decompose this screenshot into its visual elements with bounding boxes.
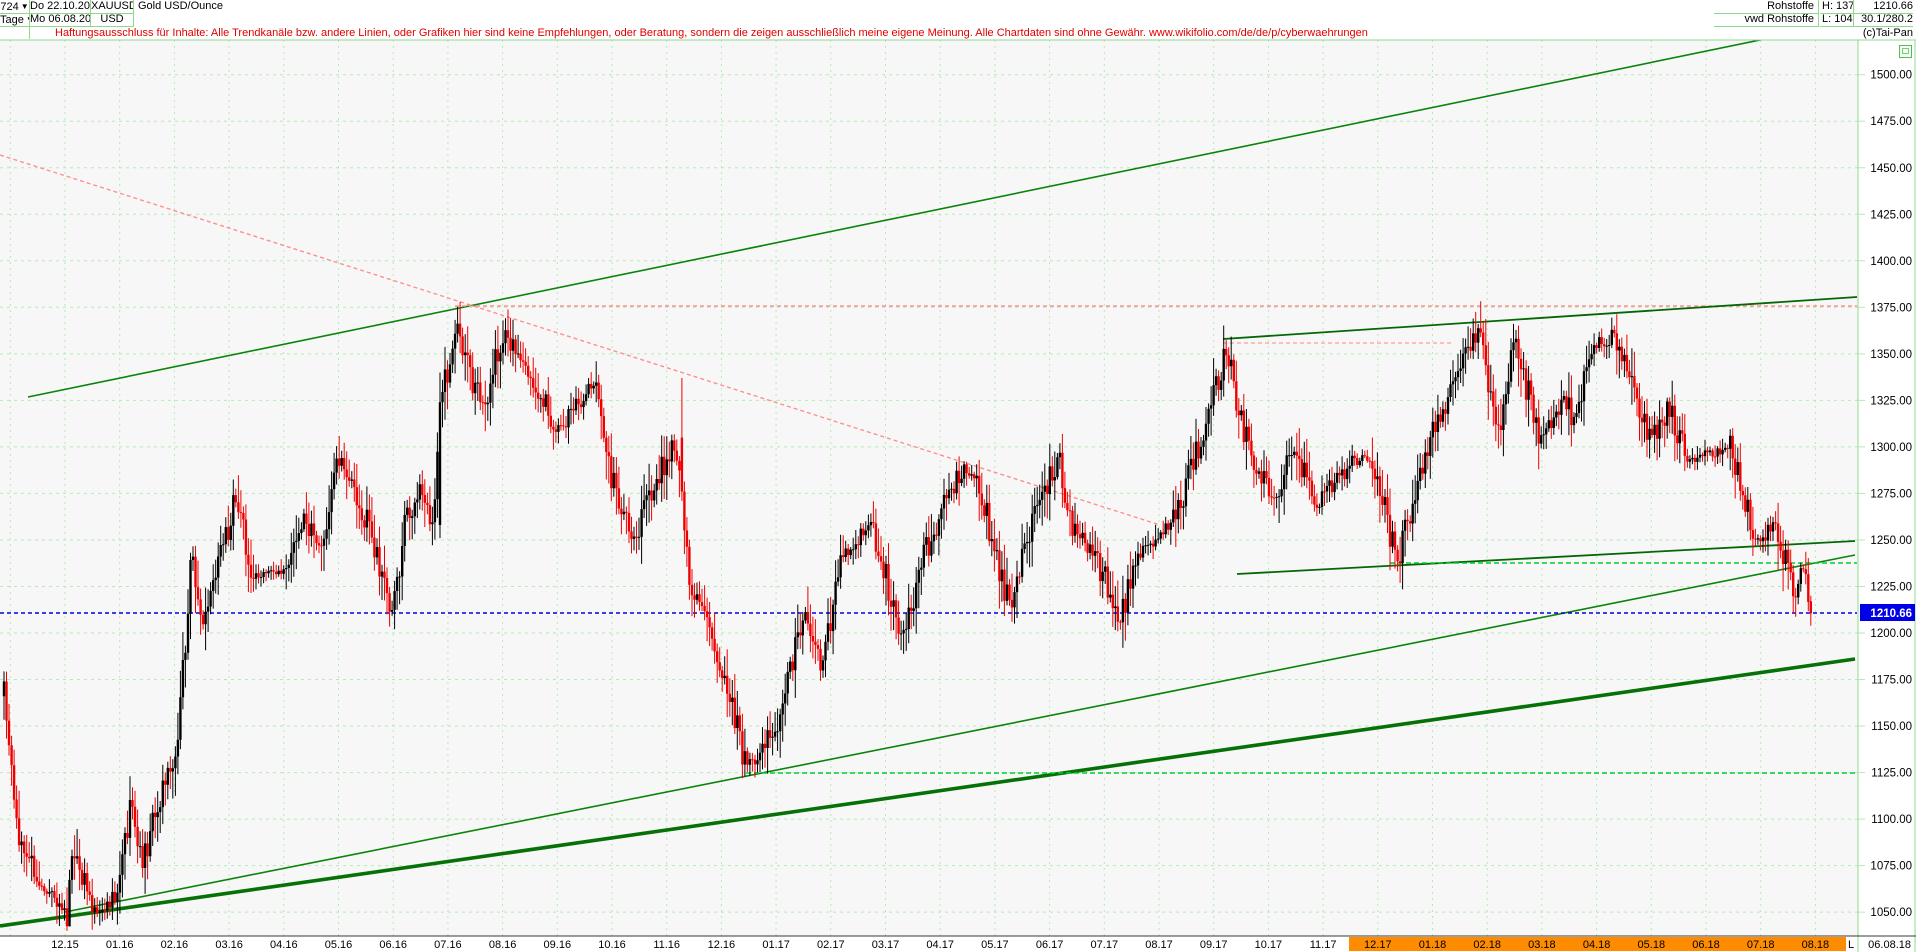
y-axis-label: 1075.00 bbox=[1870, 861, 1912, 873]
x-axis-label: 08.17 bbox=[1145, 939, 1173, 951]
x-axis-label: 01.17 bbox=[762, 939, 790, 951]
y-axis-label: 1450.00 bbox=[1870, 163, 1912, 175]
x-axis-label: 04.17 bbox=[926, 939, 954, 951]
x-axis-label: 02.16 bbox=[161, 939, 189, 951]
x-axis-end-date: 06.08.18 bbox=[1868, 939, 1911, 951]
x-axis-label: 08.18 bbox=[1802, 939, 1830, 951]
x-axis-label: 11.17 bbox=[1310, 939, 1337, 951]
x-axis-label: 12.17 bbox=[1364, 939, 1392, 951]
x-axis-label: 01.16 bbox=[106, 939, 134, 951]
x-axis-label: 02.18 bbox=[1473, 939, 1501, 951]
y-axis-label: 1475.00 bbox=[1870, 116, 1912, 128]
x-axis-label: 05.18 bbox=[1638, 939, 1666, 951]
x-axis-label: 10.16 bbox=[598, 939, 626, 951]
x-axis: 12.15 01.16 02.16 03.16 04.16 05.16 06.16 07.16… bbox=[51, 937, 1911, 951]
x-axis-label: 09.16 bbox=[544, 939, 572, 951]
y-axis-label: 1275.00 bbox=[1870, 488, 1912, 500]
x-axis-label: 02.17 bbox=[817, 939, 845, 951]
x-axis-label: 03.18 bbox=[1528, 939, 1556, 951]
y-axis-label: 1200.00 bbox=[1870, 628, 1912, 640]
y-axis-label: 1175.00 bbox=[1871, 675, 1912, 687]
y-axis-label: 1425.00 bbox=[1870, 209, 1912, 221]
x-axis-label: 08.16 bbox=[489, 939, 517, 951]
last-price-label-text: 1210.66 bbox=[1870, 608, 1912, 620]
x-axis-label: 11.16 bbox=[653, 939, 680, 951]
y-axis-label: 1400.00 bbox=[1870, 256, 1912, 268]
x-axis-label: 04.18 bbox=[1583, 939, 1611, 951]
x-axis-label: 06.16 bbox=[379, 939, 407, 951]
y-axis-label: 1100.00 bbox=[1871, 814, 1912, 826]
x-axis-label: 07.17 bbox=[1091, 939, 1119, 951]
y-axis-label: 1350.00 bbox=[1870, 349, 1912, 361]
y-axis-label: 1225.00 bbox=[1870, 581, 1912, 593]
x-axis-label: 12.15 bbox=[51, 939, 79, 951]
y-axis-label: 1500.00 bbox=[1870, 70, 1912, 82]
y-axis-label: 1050.00 bbox=[1870, 907, 1912, 919]
x-axis-label: 05.16 bbox=[325, 939, 353, 951]
x-axis-label: 12.16 bbox=[708, 939, 736, 951]
x-axis-label: 01.18 bbox=[1419, 939, 1447, 951]
taipan-chart-window: { "header": { "period_count": "724", "pe… bbox=[0, 0, 1916, 952]
x-axis-label: 07.16 bbox=[434, 939, 462, 951]
x-axis-label: 05.17 bbox=[981, 939, 1009, 951]
chart-canvas[interactable]: 1500.00 1475.00 1450.00 1425.00 1400.00 1375.… bbox=[0, 0, 1916, 952]
y-axis-label: 1375.00 bbox=[1870, 302, 1912, 314]
x-axis-label: 03.16 bbox=[215, 939, 243, 951]
chart-restore-icon[interactable] bbox=[1899, 45, 1912, 58]
x-axis-label: 04.16 bbox=[270, 939, 298, 951]
x-axis-label: 06.18 bbox=[1692, 939, 1720, 951]
y-axis-label: 1150.00 bbox=[1871, 721, 1912, 733]
x-axis-label: 10.17 bbox=[1255, 939, 1283, 951]
y-axis-label: 1300.00 bbox=[1870, 442, 1912, 454]
x-axis-last-marker: L bbox=[1848, 939, 1854, 951]
x-axis-label: 09.17 bbox=[1200, 939, 1228, 951]
y-axis-label: 1325.00 bbox=[1870, 395, 1912, 407]
x-axis-label: 07.18 bbox=[1747, 939, 1775, 951]
y-axis-label: 1125.00 bbox=[1871, 768, 1912, 780]
x-axis-label: 03.17 bbox=[872, 939, 900, 951]
y-axis-label: 1250.00 bbox=[1870, 535, 1912, 547]
plot-area[interactable] bbox=[0, 40, 1858, 936]
x-axis-label: 06.17 bbox=[1036, 939, 1064, 951]
